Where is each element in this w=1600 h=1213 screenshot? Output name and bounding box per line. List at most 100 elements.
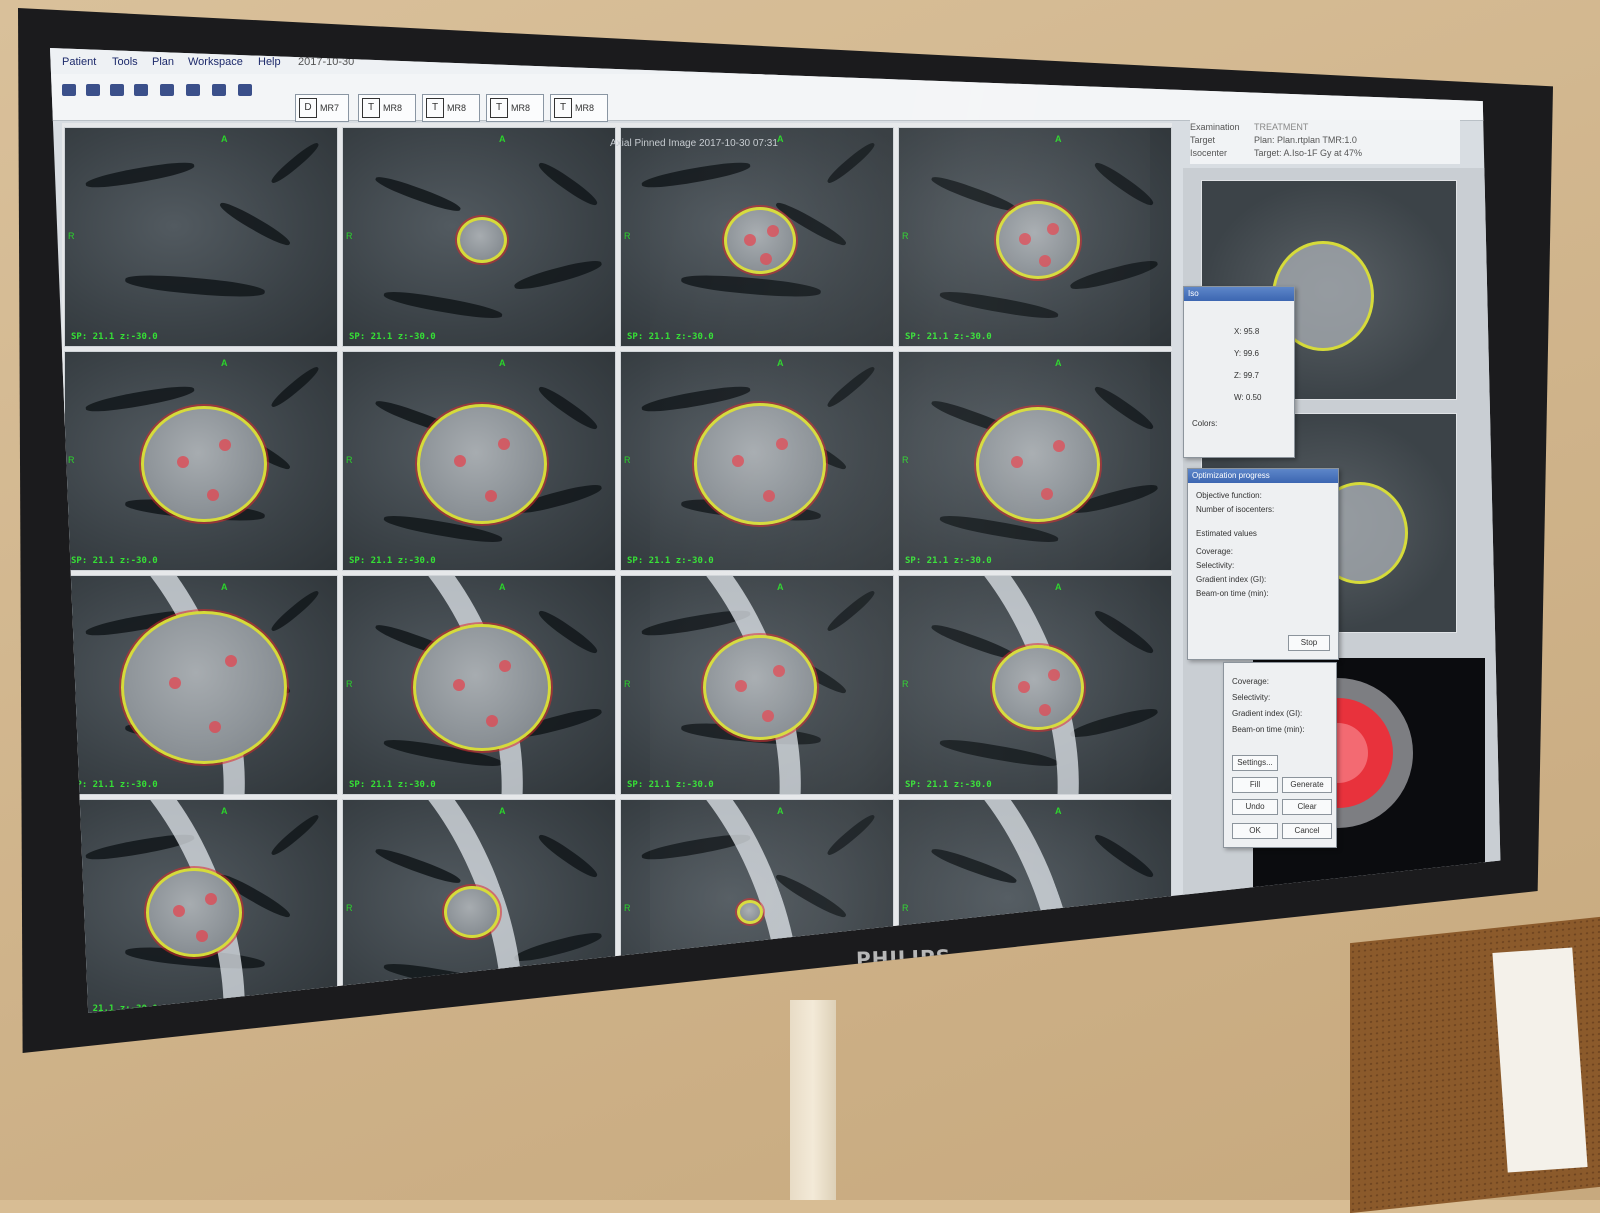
- cancel-button[interactable]: Cancel: [1282, 823, 1332, 839]
- iso-z-field[interactable]: Z: 99.7: [1234, 371, 1259, 380]
- plan-icon[interactable]: [134, 84, 148, 96]
- cable-conduit: [790, 1000, 836, 1200]
- tumor-contour[interactable]: [146, 868, 242, 957]
- tab-mr8-2[interactable]: T MR8: [422, 94, 480, 122]
- tumor-contour[interactable]: [141, 406, 267, 522]
- menu-help[interactable]: Help: [258, 56, 281, 68]
- plan-info-panel: Examination TREATMENT Target Plan: Plan.…: [1190, 120, 1460, 164]
- axial-slice-tile[interactable]: ARSP: 21.1 z:-30.0: [898, 127, 1172, 347]
- tumor-contour[interactable]: [457, 217, 507, 263]
- anterior-marker: A: [1055, 358, 1062, 368]
- axial-slice-tile[interactable]: ARSP: 21.1 z:-30.0: [620, 575, 894, 795]
- side-marker: R: [902, 903, 909, 913]
- tumor-contour[interactable]: [694, 403, 826, 525]
- est-beam-on-label: Beam-on time (min):: [1196, 589, 1269, 598]
- slice-position-label: SP: 21.1 z:-30.0: [349, 332, 436, 342]
- tumor-contour[interactable]: [737, 900, 763, 924]
- shot-marker: [195, 930, 208, 943]
- menu-plan[interactable]: Plan: [152, 56, 174, 68]
- tab-mr8-2-icon: T: [426, 98, 444, 118]
- menu-workspace[interactable]: Workspace: [188, 56, 243, 68]
- tools-icon[interactable]: [110, 84, 124, 96]
- axial-slice-tile[interactable]: ARSP: 21.1 z:-30.0: [342, 799, 616, 1013]
- sulcus-shape: [680, 271, 822, 301]
- sulcus-shape: [824, 363, 878, 411]
- axial-slice-tile[interactable]: ARSP: 21.1 z:-30.0: [620, 127, 894, 347]
- slice-position-label: SP: 21.1 z:-30.0: [71, 780, 158, 790]
- shot-marker: [485, 489, 498, 502]
- tumor-contour[interactable]: [444, 886, 500, 938]
- gradient-label: Gradient index (GI):: [1232, 709, 1303, 718]
- axial-slice-tile[interactable]: ARSP: 21.1 z:-30.0: [620, 351, 894, 571]
- tab-mr8-1[interactable]: T MR8: [358, 94, 416, 122]
- generate-button[interactable]: Generate: [1282, 777, 1332, 793]
- screen: Patient Tools Plan Workspace Help 2017-1…: [50, 48, 1501, 1013]
- tumor-contour[interactable]: [724, 207, 796, 274]
- anterior-marker: A: [221, 582, 228, 592]
- slice-position-label: SP: 21.1 z:-30.0: [627, 332, 714, 342]
- anterior-marker: A: [221, 358, 228, 368]
- undo-button[interactable]: Undo: [1232, 799, 1278, 815]
- axial-slice-tile[interactable]: ARSP: 21.1 z:-30.0: [64, 575, 338, 795]
- tab-mr8-3[interactable]: T MR8: [486, 94, 544, 122]
- iso-x-field[interactable]: X: 95.8: [1234, 327, 1259, 336]
- axial-slice-tile[interactable]: ARSP: 21.1 z:-30.0: [342, 351, 616, 571]
- axial-slice-tile[interactable]: ARSP: 21.1 z:-30.0: [64, 799, 338, 1013]
- sulcus-shape: [824, 811, 878, 859]
- tumor-contour[interactable]: [703, 635, 817, 740]
- iso-dialog: Iso X: 95.8 Y: 99.6 Z: 99.7 W: 0.50 Colo…: [1183, 286, 1295, 458]
- monitor-icon[interactable]: [160, 84, 174, 96]
- stop-button[interactable]: Stop: [1288, 635, 1330, 651]
- shot-marker: [1052, 439, 1065, 452]
- ok-button[interactable]: OK: [1232, 823, 1278, 839]
- image-icon[interactable]: [86, 84, 100, 96]
- toolbar-date: 2017-10-30: [298, 56, 355, 68]
- sulcus-shape: [535, 383, 601, 433]
- iso-w-field[interactable]: W: 0.50: [1234, 393, 1261, 402]
- sulcus-shape: [535, 607, 601, 657]
- sulcus-shape: [217, 198, 293, 250]
- select-icon[interactable]: [186, 84, 200, 96]
- tumor-contour[interactable]: [413, 624, 551, 751]
- clear-button[interactable]: Clear: [1282, 799, 1332, 815]
- tumor-contour[interactable]: [417, 404, 547, 524]
- axial-slice-tile[interactable]: ARSP: 21.1 z:-30.0: [898, 351, 1172, 571]
- axial-slice-tile[interactable]: ARSP: 21.1 z:-30.0: [64, 351, 338, 571]
- sulcus-shape: [535, 831, 601, 881]
- coverage-label: Coverage:: [1232, 677, 1269, 686]
- axial-slice-tile[interactable]: ARSP: 21.1 z:-30.0: [342, 127, 616, 347]
- iso-y-field[interactable]: Y: 99.6: [1234, 349, 1259, 358]
- anterior-marker: A: [499, 358, 506, 368]
- help-icon[interactable]: [212, 84, 226, 96]
- tab-mr7[interactable]: D MR7: [295, 94, 349, 122]
- axial-slice-tile[interactable]: ARSP: 21.1 z:-30.0: [342, 575, 616, 795]
- shot-marker: [1047, 668, 1060, 681]
- fill-button[interactable]: Fill: [1232, 777, 1278, 793]
- slice-position-label: SP: 21.1 z:-30.0: [349, 780, 436, 790]
- side-marker: R: [902, 455, 909, 465]
- info-value-isocenter: Target: A.Iso-1F Gy at 47%: [1254, 148, 1363, 158]
- anterior-marker: A: [499, 134, 506, 144]
- isocenters-label: Number of isocenters:: [1196, 505, 1275, 514]
- est-coverage-label: Coverage:: [1196, 547, 1233, 556]
- menu-patient[interactable]: Patient: [62, 56, 96, 68]
- tumor-contour[interactable]: [121, 611, 287, 764]
- settings-button[interactable]: Settings...: [1232, 755, 1278, 771]
- axial-slice-tile[interactable]: ARSP: 21.1 z:-30.0: [898, 575, 1172, 795]
- tumor-contour[interactable]: [976, 407, 1100, 522]
- side-marker: R: [902, 679, 909, 689]
- tumor-contour[interactable]: [992, 645, 1084, 730]
- sulcus-shape: [1091, 383, 1157, 433]
- sulcus-shape: [512, 928, 604, 966]
- tab-mr8-4[interactable]: T MR8: [550, 94, 608, 122]
- menu-tools[interactable]: Tools: [112, 56, 138, 68]
- tumor-contour[interactable]: [996, 201, 1080, 279]
- beam-on-label: Beam-on time (min):: [1232, 725, 1305, 734]
- axial-slice-tile[interactable]: ARSP: 21.1 z:-30.0: [64, 127, 338, 347]
- export-icon[interactable]: [238, 84, 252, 96]
- shot-marker: [207, 488, 219, 501]
- patient-icon[interactable]: [62, 84, 76, 96]
- sulcus-shape: [680, 943, 822, 973]
- slice-position-label: SP: 21.1 z:-30.0: [349, 556, 436, 566]
- sulcus-shape: [84, 158, 196, 192]
